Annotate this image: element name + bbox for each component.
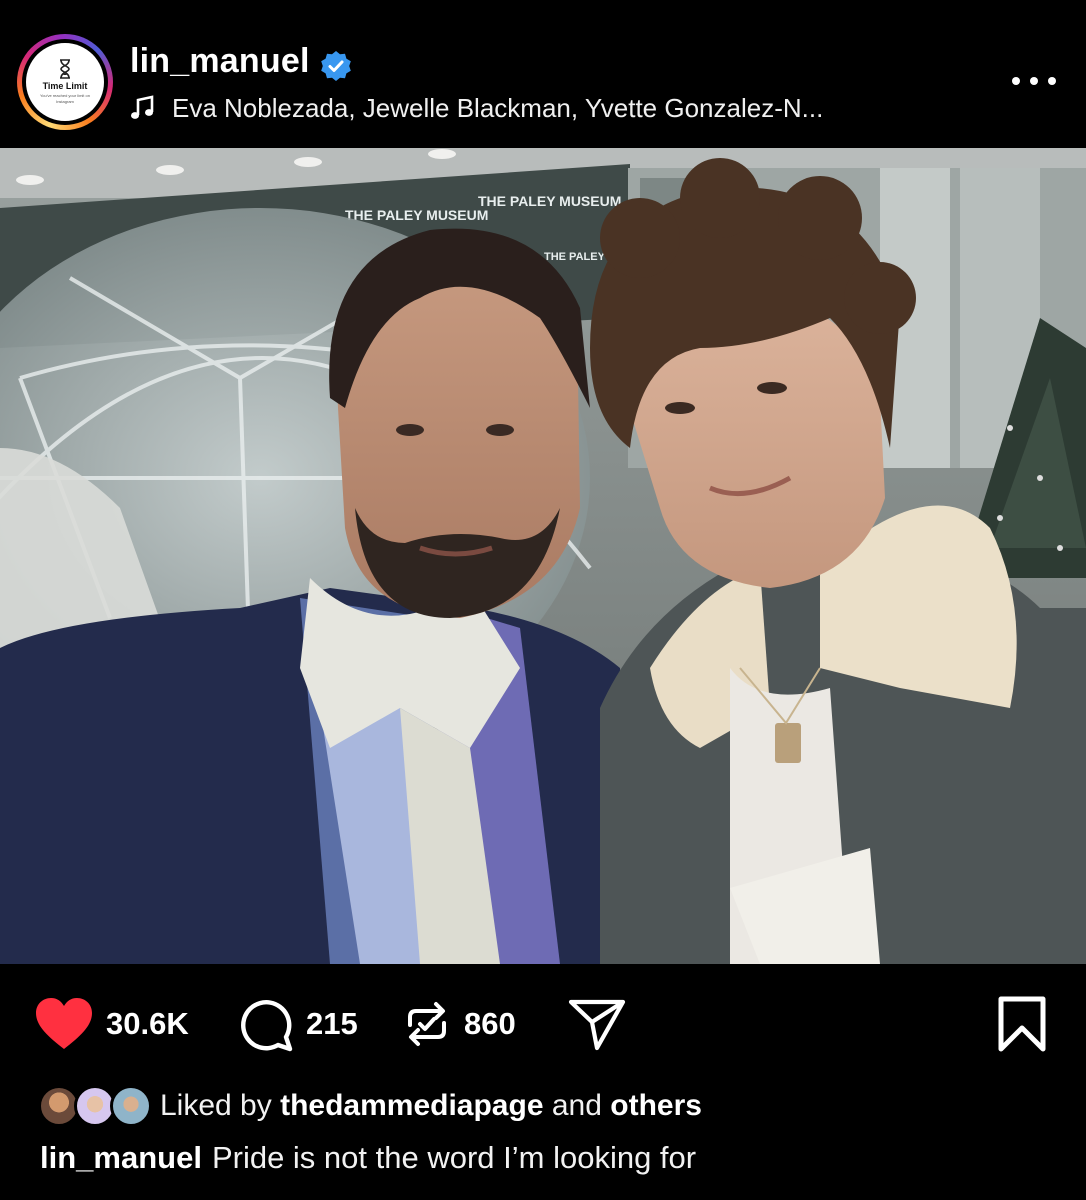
story-ring[interactable]: Time Limit You've reached your limit on … [17, 34, 113, 130]
avatar-subtitle: You've reached your limit on Instagram [40, 93, 90, 104]
comment-count: 215 [306, 1006, 358, 1041]
verified-badge-icon [321, 51, 351, 81]
post-photo[interactable]: THE PALEY MUSEUM THE PALEY MUSEUM THE PA… [0, 148, 1086, 964]
avatar[interactable]: Time Limit You've reached your limit on … [26, 43, 104, 121]
signage-text: THE PALEY MUSEUM [478, 193, 621, 209]
repost-icon [408, 1002, 446, 1046]
liker-avatars [38, 1083, 152, 1129]
avatar-title: Time Limit [42, 81, 88, 91]
dot-icon [1012, 77, 1020, 85]
like-count[interactable]: 30.6K [106, 1006, 189, 1042]
repost-count: 860 [464, 1006, 516, 1041]
repost-button[interactable]: 860 [402, 992, 516, 1056]
post-caption: lin_manuel Pride is not the word I’m loo… [40, 1134, 696, 1182]
comment-icon [241, 1000, 293, 1052]
liked-by-text: Liked by thedammediapage and others [160, 1089, 702, 1123]
dot-icon [1030, 77, 1038, 85]
hourglass-icon [60, 59, 70, 79]
more-options-button[interactable] [1012, 68, 1056, 94]
music-note-icon [131, 95, 154, 119]
liked-by-user[interactable]: thedammediapage [280, 1089, 543, 1122]
liked-by-row[interactable]: Liked by thedammediapage and others [38, 1082, 702, 1130]
send-icon [568, 999, 626, 1051]
caption-text: Pride is not the word I’m looking for [211, 1140, 697, 1175]
liked-by-middle: and [551, 1089, 602, 1122]
liked-by-prefix: Liked by [160, 1089, 272, 1122]
audio-track-text: Eva Noblezada, Jewelle Blackman, Yvette … [172, 92, 824, 123]
action-bar: 30.6K 215 860 [0, 992, 1086, 1056]
share-button[interactable] [568, 992, 626, 1056]
dot-icon [1048, 77, 1056, 85]
comment-button[interactable]: 215 [238, 992, 358, 1056]
post-username[interactable]: lin_manuel [130, 42, 310, 81]
liked-by-others[interactable]: others [610, 1089, 702, 1122]
signage-text: THE PALEY MUSEUM [345, 207, 488, 223]
caption-username[interactable]: lin_manuel [40, 1140, 202, 1176]
avatar [110, 1085, 152, 1127]
selfie-photo-illustration: THE PALEY MUSEUM THE PALEY MUSEUM THE PA… [0, 148, 1086, 964]
bookmark-icon[interactable] [996, 996, 1048, 1052]
like-button[interactable]: 30.6K [34, 992, 189, 1056]
audio-attribution[interactable]: Eva Noblezada, Jewelle Blackman, Yvette … [130, 90, 823, 126]
post-header: Time Limit You've reached your limit on … [0, 0, 1086, 148]
heart-filled-icon [36, 998, 92, 1049]
